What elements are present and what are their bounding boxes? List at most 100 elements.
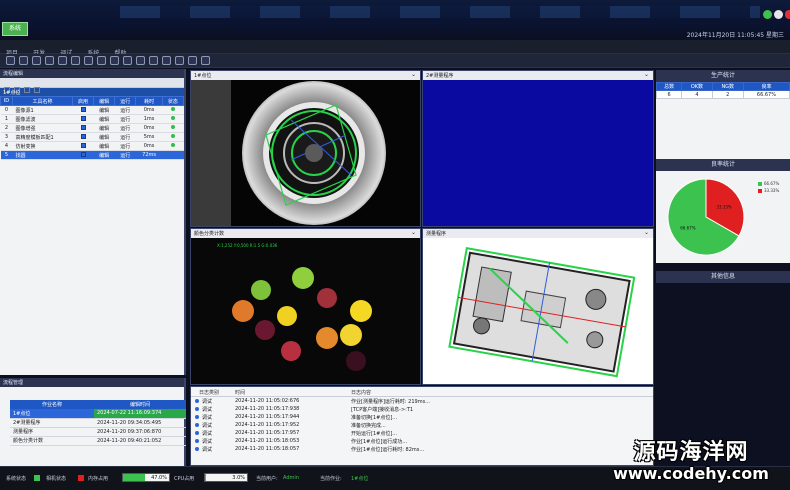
stat-col-yield: 良率 — [742, 82, 790, 91]
title-bar-decoration — [120, 6, 760, 18]
row-run-button[interactable]: 运行 — [114, 141, 136, 151]
image-view-point1[interactable]: 1#点位 ⌄ — [190, 70, 421, 227]
stat-total: 6 — [655, 90, 683, 99]
camera-icon[interactable] — [32, 56, 41, 65]
log-time: 2024-11-20 11:05:17:944 — [235, 414, 300, 420]
view-d-header[interactable]: 测量程序 ⌄ — [423, 229, 653, 238]
row-tool-name: 图像增强 — [12, 123, 73, 133]
table-row[interactable]: 4 仿射变换 编辑 运行 0ms — [0, 141, 184, 151]
info-icon — [195, 399, 199, 403]
view-a-header[interactable]: 1#点位 ⌄ — [191, 71, 420, 80]
yield-pie-box: 33.33% 66.67% 66.67% 33.33% — [656, 171, 790, 263]
row-run-button[interactable]: 运行 — [114, 105, 136, 115]
checkbox-icon[interactable] — [80, 115, 86, 121]
calc-icon[interactable] — [188, 56, 197, 65]
info-icon — [195, 407, 199, 411]
maximize-icon[interactable] — [774, 10, 783, 19]
chevron-down-icon[interactable]: ⌄ — [644, 229, 649, 236]
row-run-button[interactable]: 运行 — [114, 150, 136, 160]
job-name: 1#点位 — [10, 409, 94, 419]
process-table: 作业名称 编辑时间 1#点位 2024-07-22 11:16:09:374 2#测… — [10, 400, 186, 446]
checkbox-icon[interactable] — [80, 151, 86, 157]
chevron-down-icon[interactable]: ⌄ — [411, 229, 416, 236]
checkbox-icon[interactable] — [80, 106, 86, 112]
row-id: 2 — [0, 123, 13, 133]
image-view-measure[interactable]: 测量程序 ⌄ — [422, 228, 654, 385]
log-col-content: 日志内容 — [351, 390, 372, 396]
table-row[interactable]: 3 高精度模板匹配1 编辑 运行 5ms — [0, 132, 184, 142]
minimize-icon[interactable] — [763, 10, 772, 19]
view-c-header[interactable]: 颜色分类计数 ⌄ — [191, 229, 420, 238]
checkbox-icon[interactable] — [80, 124, 86, 130]
image-icon[interactable] — [97, 56, 106, 65]
settings-icon[interactable] — [34, 87, 40, 93]
log-time: 2024-11-20 11:05:17:952 — [235, 422, 300, 428]
row-edit-button[interactable]: 编辑 — [93, 141, 115, 151]
chevron-down-icon[interactable]: ⌄ — [411, 71, 416, 78]
log-time: 2024-11-20 11:05:17:938 — [235, 406, 300, 412]
settings-icon[interactable] — [45, 56, 54, 65]
save-icon[interactable] — [19, 56, 28, 65]
row-enable-checkbox[interactable] — [72, 105, 94, 115]
image-view-measure2[interactable]: 2#测量程序 ⌄ — [422, 70, 654, 227]
table-row[interactable]: 1 图像滤波 编辑 运行 1ms — [0, 114, 184, 124]
window-icon[interactable] — [201, 56, 210, 65]
row-enable-checkbox[interactable] — [72, 132, 94, 142]
row-enable-checkbox[interactable] — [72, 123, 94, 133]
table-row[interactable]: 1#点位 2024-07-22 11:16:09:374 — [10, 409, 186, 419]
play-icon[interactable] — [58, 56, 67, 65]
row-enable-checkbox[interactable] — [72, 114, 94, 124]
row-edit-button[interactable]: 编辑 — [93, 150, 115, 160]
chart-icon[interactable] — [110, 56, 119, 65]
row-id: 5 — [0, 150, 13, 160]
image-view-color-count[interactable]: 颜色分类计数 ⌄ X:1,252 Y:0,500 R:1.5 G:0.036 — [190, 228, 421, 385]
log-time: 2024-11-20 11:05:02:676 — [235, 398, 300, 404]
row-id: 0 — [0, 105, 13, 115]
table-row[interactable]: 测量程序 2024-11-20 09:37:06:870 — [10, 427, 186, 437]
row-edit-button[interactable]: 编辑 — [93, 123, 115, 133]
job-edit-time: 2024-11-20 09:40:21:052 — [94, 436, 186, 446]
cpu-usage-fill — [205, 474, 207, 481]
datetime-display: 2024年11月20日 11:05:45 星期三 — [686, 32, 784, 39]
list-icon[interactable] — [149, 56, 158, 65]
table-row[interactable]: 2#测量程序 2024-11-20 09:34:05:495 — [10, 418, 186, 428]
row-id: 1 — [0, 114, 13, 124]
log-row: 调试 2024-11-20 11:05:18:053 作业[1#点位]运行成功... — [191, 437, 653, 445]
checkbox-icon[interactable] — [80, 142, 86, 148]
refresh-icon[interactable] — [24, 87, 30, 93]
export-icon[interactable] — [175, 56, 184, 65]
close-icon[interactable] — [785, 10, 790, 19]
row-status — [162, 123, 184, 133]
log-type: 调试 — [202, 407, 213, 413]
row-tool-name: 高精度模板匹配1 — [12, 132, 73, 142]
info-icon — [195, 439, 199, 443]
row-enable-checkbox[interactable] — [72, 141, 94, 151]
log-row: 调试 2024-11-20 11:05:17:944 准备切换[1#点位]... — [191, 413, 653, 421]
job-name: 颜色分类计数 — [10, 436, 94, 446]
view-d-canvas — [423, 238, 653, 384]
table-row[interactable]: 颜色分类计数 2024-11-20 09:40:21:052 — [10, 436, 186, 446]
table-row[interactable]: 2 图像增强 编辑 运行 0ms — [0, 123, 184, 133]
chevron-down-icon[interactable]: ⌄ — [644, 71, 649, 78]
row-edit-button[interactable]: 编辑 — [93, 132, 115, 142]
table-row[interactable]: 0 图像源1 编辑 运行 0ms — [0, 105, 184, 115]
table-row[interactable]: 5 找圆 编辑 运行 72ms — [0, 150, 184, 160]
lock-icon[interactable] — [136, 56, 145, 65]
row-run-button[interactable]: 运行 — [114, 132, 136, 142]
open-icon[interactable] — [6, 56, 15, 65]
row-edit-button[interactable]: 编辑 — [93, 105, 115, 115]
view-b-header[interactable]: 2#测量程序 ⌄ — [423, 71, 653, 80]
row-run-button[interactable]: 运行 — [114, 123, 136, 133]
legend-ok-label: 66.67% — [764, 181, 780, 186]
app-logo[interactable]: 系统 — [2, 22, 28, 36]
row-run-button[interactable]: 运行 — [114, 114, 136, 124]
folder-icon[interactable] — [162, 56, 171, 65]
stop-icon[interactable] — [71, 56, 80, 65]
col-enable: 启用 — [71, 96, 95, 106]
checkbox-icon[interactable] — [80, 133, 86, 139]
row-enable-checkbox[interactable] — [72, 150, 94, 160]
log-type: 调试 — [202, 415, 213, 421]
user-icon[interactable] — [123, 56, 132, 65]
grid-icon[interactable] — [84, 56, 93, 65]
row-edit-button[interactable]: 编辑 — [93, 114, 115, 124]
